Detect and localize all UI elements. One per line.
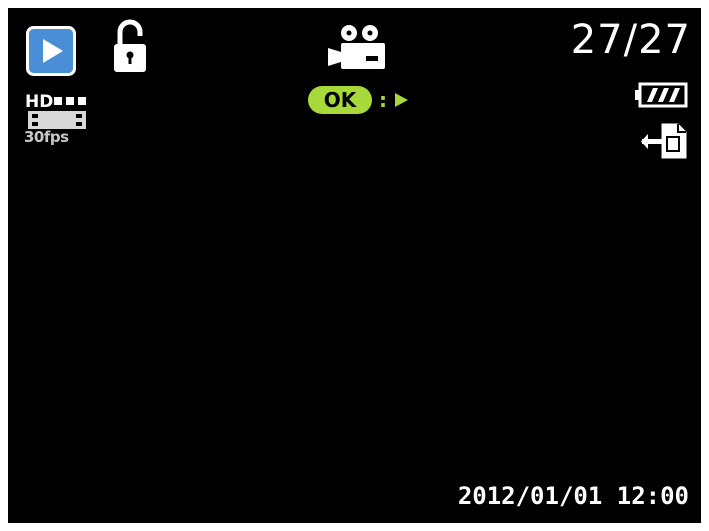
playback-mode-icon[interactable] — [26, 26, 76, 76]
ok-play-hint: OK : — [308, 86, 409, 114]
hd-label: HD — [25, 92, 53, 112]
unlock-icon — [114, 19, 146, 72]
date-time-stamp: 2012/01/01 12:00 — [457, 482, 689, 510]
hd-video-icon: HD — [25, 92, 86, 129]
hint-separator: : — [379, 88, 387, 112]
file-counter: 27/27 — [570, 17, 691, 63]
play-icon — [395, 93, 408, 107]
movie-camera-icon — [328, 25, 385, 69]
battery-full-icon — [635, 82, 688, 108]
tv-output-icon — [641, 123, 687, 159]
ok-button[interactable]: OK — [308, 86, 372, 114]
fps-label: 30fps — [24, 128, 69, 146]
camera-lcd-screen: 27/27 HD 30fps OK : 2012/01/01 12:00 — [8, 8, 701, 523]
